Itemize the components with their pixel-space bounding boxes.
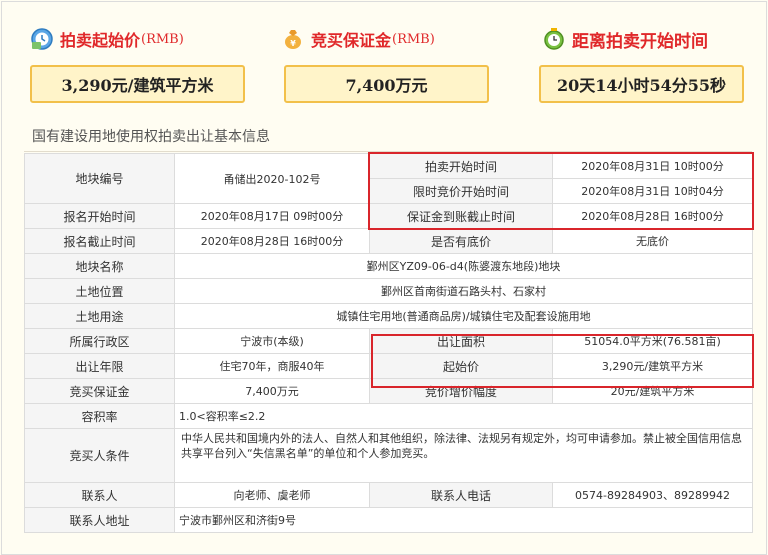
auction-start-value: 2020年08月31日 10时00分 (552, 153, 753, 179)
address-value: 宁波市鄞州区和济街9号 (174, 507, 753, 533)
land-use-value: 城镇住宅用地(普通商品房)/城镇住宅及配套设施用地 (174, 303, 753, 329)
deposit-header: ¥ 竞买保证金 (RMB) (281, 26, 435, 52)
signup-start-value: 2020年08月17日 09时00分 (174, 203, 370, 229)
contact-label: 联系人 (24, 482, 175, 508)
table-start-price-value: 3,290元/建筑平方米 (552, 353, 753, 379)
address-label: 联系人地址 (24, 507, 175, 533)
table-deposit-value: 7,400万元 (174, 378, 370, 404)
far-value: 1.0<容积率≤2.2 (174, 403, 753, 429)
deposit-unit: (RMB) (392, 31, 435, 47)
start-price-value: 3,290元/建筑平方米 (30, 65, 245, 103)
location-label: 土地位置 (24, 278, 175, 304)
term-label: 出让年限 (24, 353, 175, 379)
bid-start-value: 2020年08月31日 10时04分 (552, 178, 753, 204)
land-info-table: 地块编号 甬储出2020-102号 拍卖开始时间 2020年08月31日 10时… (24, 153, 753, 533)
increment-value: 20元/建筑平方米 (552, 378, 753, 404)
auction-start-label: 拍卖开始时间 (369, 153, 553, 179)
district-value: 宁波市(本级) (174, 328, 370, 354)
start-price-header: 拍卖起始价 (RMB) (30, 26, 184, 52)
reserve-value: 无底价 (552, 228, 753, 254)
increment-label: 竞价增价幅度 (369, 378, 553, 404)
term-value: 住宅70年，商服40年 (174, 353, 370, 379)
clock-money-icon (30, 27, 54, 51)
alarm-clock-icon (542, 27, 566, 51)
start-price-unit: (RMB) (141, 31, 184, 47)
reserve-label: 是否有底价 (369, 228, 553, 254)
table-start-price-label: 起始价 (369, 353, 553, 379)
countdown-value: 20天14小时54分55秒 (539, 65, 744, 103)
deposit-deadline-label: 保证金到账截止时间 (369, 203, 553, 229)
phone-value: 0574-89284903、89289942 (552, 482, 753, 508)
contact-value: 向老师、虞老师 (174, 482, 370, 508)
deposit-value: 7,400万元 (284, 65, 489, 103)
auction-panel: 拍卖起始价 (RMB) ¥ 竞买保证金 (RMB) 距离拍卖开始时间 3,290元/… (1, 1, 767, 555)
plot-name-label: 地块名称 (24, 253, 175, 279)
bidder-conditions-label: 竞买人条件 (24, 428, 175, 483)
plot-no-value: 甬储出2020-102号 (174, 153, 370, 204)
divider (24, 151, 752, 152)
land-use-label: 土地用途 (24, 303, 175, 329)
bid-start-label: 限时竞价开始时间 (369, 178, 553, 204)
area-label: 出让面积 (369, 328, 553, 354)
far-label: 容积率 (24, 403, 175, 429)
deposit-deadline-value: 2020年08月28日 16时00分 (552, 203, 753, 229)
countdown-header: 距离拍卖开始时间 (542, 26, 708, 52)
bidder-conditions-value: 中华人民共和国境内外的法人、自然人和其他组织，除法律、法规另有规定外，均可申请参… (174, 428, 753, 483)
section-title: 国有建设用地使用权拍卖出让基本信息 (32, 129, 270, 145)
signup-end-value: 2020年08月28日 16时00分 (174, 228, 370, 254)
plot-no-label: 地块编号 (24, 153, 175, 204)
district-label: 所属行政区 (24, 328, 175, 354)
plot-name-value: 鄞州区YZ09-06-d4(陈婆渡东地段)地块 (174, 253, 753, 279)
money-bag-icon: ¥ (281, 27, 305, 51)
location-value: 鄞州区首南街道石路头村、石家村 (174, 278, 753, 304)
countdown-label: 距离拍卖开始时间 (572, 31, 708, 52)
area-value: 51054.0平方米(76.581亩) (552, 328, 753, 354)
svg-text:¥: ¥ (290, 39, 296, 48)
deposit-label: 竞买保证金 (311, 31, 392, 50)
start-price-label: 拍卖起始价 (60, 31, 141, 50)
signup-end-label: 报名截止时间 (24, 228, 175, 254)
phone-label: 联系人电话 (369, 482, 553, 508)
table-deposit-label: 竞买保证金 (24, 378, 175, 404)
signup-start-label: 报名开始时间 (24, 203, 175, 229)
